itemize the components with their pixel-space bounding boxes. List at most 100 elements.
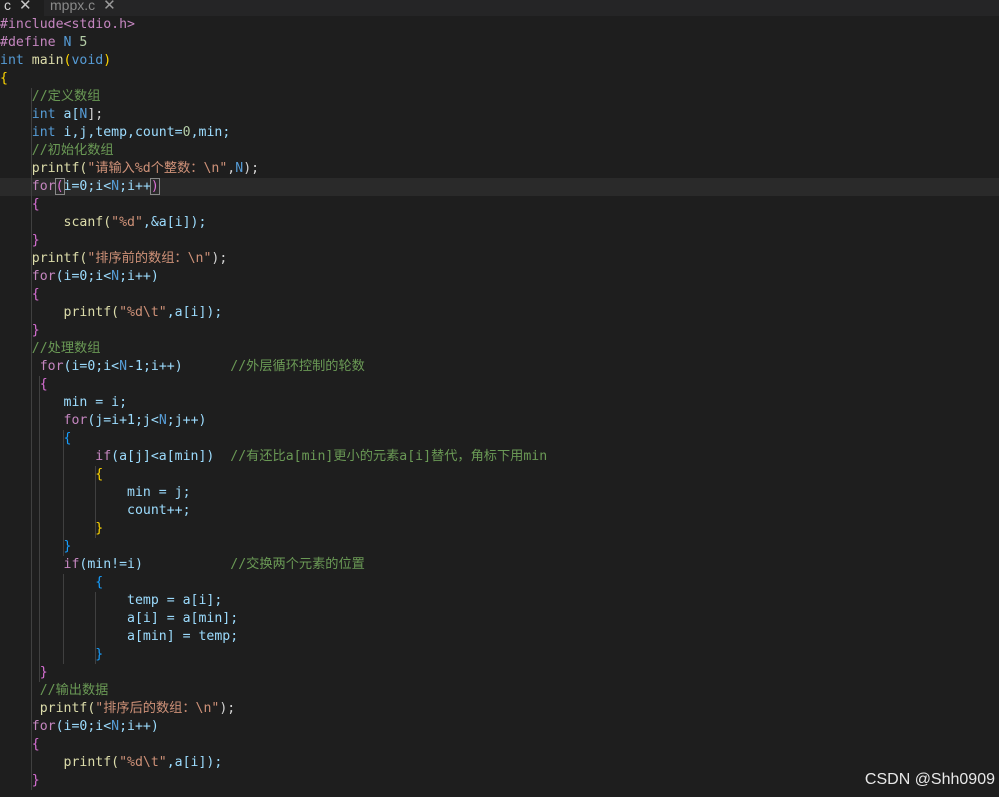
code-line: { — [0, 736, 999, 754]
code-token: N — [235, 161, 244, 176]
indent-guide — [39, 376, 40, 682]
code-token: a[i] = a[min]; — [0, 611, 239, 626]
code-token: printf( — [0, 251, 88, 266]
code-token: a[min] = temp; — [0, 629, 239, 644]
code-token: for — [0, 719, 56, 734]
code-token: (j=i+1;j< — [87, 413, 159, 428]
code-token: ,min; — [190, 125, 231, 140]
code-line: { — [0, 70, 999, 88]
code-token: void — [71, 53, 104, 68]
code-editor[interactable]: #include<stdio.h> #define N 5 int main(v… — [0, 16, 999, 797]
code-line: //初始化数组 — [0, 142, 999, 160]
code-token: for — [0, 269, 56, 284]
code-token: -1;i++) — [127, 359, 231, 374]
code-line: { — [0, 376, 999, 394]
code-token: } — [0, 323, 40, 338]
code-token: printf( — [0, 755, 120, 770]
code-line: } — [0, 538, 999, 556]
code-token: ;j++) — [166, 413, 207, 428]
code-token: printf( — [0, 305, 120, 320]
indent-guide — [95, 466, 96, 538]
code-line: a[min] = temp; — [0, 628, 999, 646]
code-token: printf( — [0, 701, 96, 716]
code-token: } — [0, 233, 40, 248]
code-token: ;i++) — [119, 269, 159, 284]
code-token: { — [0, 431, 72, 446]
code-token: ); — [219, 701, 236, 716]
bracket-match: ) — [149, 178, 160, 195]
code-line: //输出数据 — [0, 682, 999, 700]
code-token: #define — [0, 35, 56, 50]
close-icon[interactable]: ✕ — [103, 0, 116, 14]
code-token: ) — [103, 53, 112, 68]
code-line: } — [0, 322, 999, 340]
close-icon[interactable]: ✕ — [19, 0, 32, 14]
watermark-text: CSDN @Shh0909 — [864, 771, 995, 788]
indent-guide — [31, 88, 32, 790]
code-line: for(i=0;i<N;i++) — [0, 718, 999, 736]
code-token: (i=0;i< — [63, 359, 120, 374]
code-token: #include<stdio.h> — [0, 17, 135, 32]
code-line: for(j=i+1;j<N;j++) — [0, 412, 999, 430]
code-token: N — [111, 719, 120, 734]
code-token: 0 — [182, 125, 191, 140]
code-line: #define N 5 — [0, 34, 999, 52]
code-comment: //外层循环控制的轮数 — [230, 359, 365, 374]
code-token: { — [0, 467, 104, 482]
code-token: min = i; — [0, 395, 128, 410]
code-string: "请输入%d个整数：\n" — [87, 161, 228, 176]
code-line: min = i; — [0, 394, 999, 412]
code-token: N — [119, 359, 128, 374]
code-token: } — [0, 647, 104, 662]
code-token: N — [111, 269, 120, 284]
code-string: "%d" — [111, 215, 143, 230]
code-token: N — [55, 35, 80, 50]
code-token: { — [0, 737, 40, 752]
indent-guide — [63, 430, 64, 556]
code-token: ,&a[i]); — [142, 215, 207, 230]
code-token: } — [0, 773, 40, 788]
code-token: } — [0, 521, 104, 536]
code-line: int main(void) — [0, 52, 999, 70]
code-line: printf("%d\t",a[i]); — [0, 754, 999, 772]
code-token: } — [0, 665, 48, 680]
code-line: for(i=0;i<N;i++) — [0, 268, 999, 286]
code-token: N — [111, 179, 120, 194]
code-line: //处理数组 — [0, 340, 999, 358]
code-line: min = j; — [0, 484, 999, 502]
code-line: int i,j,temp,count=0,min; — [0, 124, 999, 142]
code-line-current: for(i=0;i<N;i++) — [0, 178, 999, 196]
tab-mppx-c[interactable]: mppx.c ✕ — [46, 0, 136, 16]
code-line: temp = a[i]; — [0, 592, 999, 610]
code-line: } — [0, 646, 999, 664]
code-token: { — [0, 71, 8, 86]
code-token: (min!=i) — [79, 557, 231, 572]
tab-active-file[interactable]: c ✕ — [0, 0, 44, 16]
code-token: (a[j]<a[min]) — [111, 449, 231, 464]
code-token: ]; — [87, 107, 104, 122]
code-token: main — [23, 53, 64, 68]
tab-label: c — [4, 0, 11, 13]
code-token: temp = a[i]; — [0, 593, 223, 608]
code-line: } — [0, 664, 999, 682]
code-line: { — [0, 196, 999, 214]
code-comment: //有还比a[min]更小的元素a[i]替代，角标下用min — [230, 449, 548, 464]
indent-guide — [63, 574, 64, 664]
code-token: 5 — [79, 35, 88, 50]
code-token: (i=0;i< — [55, 719, 112, 734]
code-token: } — [0, 539, 72, 554]
code-string: "%d\t" — [119, 305, 167, 320]
code-line: } — [0, 232, 999, 250]
code-token: ); — [211, 251, 228, 266]
code-token: for — [0, 179, 56, 194]
code-comment: //输出数据 — [0, 683, 109, 698]
code-token: { — [0, 287, 40, 302]
code-comment: //交换两个元素的位置 — [230, 557, 365, 572]
code-token: int — [0, 53, 24, 68]
code-line: { — [0, 466, 999, 484]
code-token: N — [158, 413, 167, 428]
code-line: printf("排序前的数组：\n"); — [0, 250, 999, 268]
code-string: "排序前的数组：\n" — [87, 251, 212, 266]
code-token: a[ — [55, 107, 80, 122]
code-string: "%d\t" — [119, 755, 167, 770]
